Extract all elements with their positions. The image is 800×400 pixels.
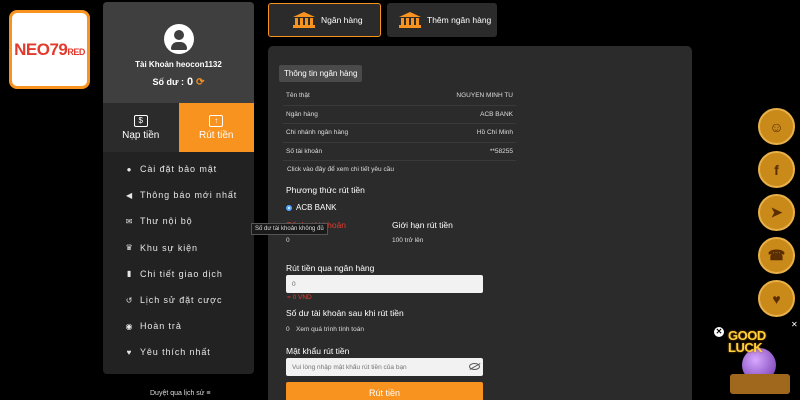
row-label: Ngân hàng — [286, 110, 318, 118]
calculation-link[interactable]: Xem quá trình tính toán — [296, 326, 364, 333]
limit-label: Giới hạn rút tiền — [392, 220, 453, 230]
method-title: Phương thức rút tiền — [286, 185, 365, 195]
tab-bank-label: Ngân hàng — [321, 15, 363, 25]
tab-add-bank[interactable]: Thêm ngân hàng — [387, 3, 497, 37]
after-balance-value: 0 — [286, 326, 290, 333]
withdraw-password-input[interactable] — [286, 358, 483, 376]
balance-row: Số dư : 0 ⟳ — [152, 76, 204, 88]
logo-suffix: RED — [67, 46, 85, 57]
method-option[interactable]: ACB BANK — [286, 203, 336, 212]
sidebar-item-label: Yêu thích nhất — [140, 347, 211, 358]
method-option-label: ACB BANK — [296, 203, 337, 212]
withdraw-button[interactable]: ↑ Rút tiền — [178, 103, 254, 152]
row-value: Hồ Chí Minh — [476, 129, 513, 137]
tab-add-bank-label: Thêm ngân hàng — [427, 15, 492, 25]
heart-message-icon[interactable]: ♥ — [758, 280, 795, 317]
sidebar-item-events[interactable]: ♛ Khu sự kiện — [103, 235, 254, 261]
sidebar-item-label: Khu sự kiện — [140, 242, 198, 253]
account-name: Tài Khoản heocon1132 — [135, 60, 222, 69]
trophy-icon: ♛ — [125, 243, 134, 253]
coin-icon: ◉ — [125, 321, 134, 331]
sidebar-item-label: Hoàn trả — [140, 321, 182, 332]
password-title: Mật khẩu rút tiền — [286, 346, 350, 356]
tab-bank[interactable]: Ngân hàng — [268, 3, 381, 37]
balance-label: Số dư : — [152, 77, 184, 87]
action-tabs: $ Nạp tiền ↑ Rút tiền — [103, 103, 254, 152]
amount-input[interactable] — [286, 275, 483, 293]
withdraw-icon: ↑ — [209, 114, 224, 127]
sidebar-item-label: Cài đặt bảo mật — [140, 164, 218, 175]
deposit-icon: $ — [133, 114, 148, 127]
sidebar-item-label: Chi tiết giao dịch — [140, 268, 223, 279]
logo-main: NEO79 — [14, 39, 68, 59]
bank-plus-icon — [399, 12, 421, 28]
sidebar-item-bet-history[interactable]: ↺ Lịch sử đặt cược — [103, 287, 254, 313]
sidebar-item-security[interactable]: ● Cài đặt bảo mật — [103, 156, 254, 182]
radio-selected-icon[interactable] — [286, 204, 292, 211]
megaphone-icon: ◀ — [125, 190, 134, 200]
row-label: Số tài khoản — [286, 147, 323, 155]
avatar-icon — [163, 24, 194, 54]
account-balance-value: 0 — [286, 237, 290, 244]
sidebar-item-inbox[interactable]: ✉ Thư nội bộ — [103, 208, 254, 234]
withdraw-submit-button[interactable]: Rút tiền — [286, 382, 483, 400]
sidebar-item-label: Lịch sử đặt cược — [140, 295, 223, 306]
treasure-chest-icon — [730, 374, 790, 394]
bank-icon — [293, 12, 315, 28]
limit-value: 100 trở lên — [392, 237, 424, 244]
refresh-icon[interactable]: ⟳ — [196, 77, 204, 88]
site-logo[interactable]: NEO79RED — [9, 10, 90, 89]
row-label: Chi nhánh ngân hàng — [286, 129, 349, 137]
heart-icon: ♥ — [126, 347, 133, 357]
sidebar-item-label: Thông báo mới nhất — [140, 190, 238, 201]
browse-history-link[interactable]: Duyệt qua lịch sử ≡ — [150, 390, 211, 397]
request-details-link[interactable]: Click vào đây để xem chi tiết yêu cầu — [287, 166, 394, 173]
table-row: Số tài khoản **58255 — [283, 143, 516, 161]
envelope-icon: ✉ — [125, 216, 134, 226]
facebook-icon[interactable]: f — [758, 151, 795, 188]
deposit-label: Nạp tiền — [122, 129, 160, 141]
sidebar-item-favorites[interactable]: ♥ Yêu thích nhất — [103, 339, 254, 365]
row-label: Tên thật — [286, 92, 310, 100]
sidebar-item-notifications[interactable]: ◀ Thông báo mới nhất — [103, 182, 254, 208]
sidebar-item-label: Thư nội bộ — [140, 216, 193, 227]
withdraw-panel: Thông tin ngân hàng Tên thật NGUYEN MINH … — [268, 46, 692, 400]
amount-vnd: = 0 VND — [287, 294, 312, 301]
history-icon: ↺ — [125, 295, 134, 305]
insufficient-balance-tooltip: Số dư tài khoản không đủ — [251, 223, 328, 235]
profile-card: Tài Khoản heocon1132 Số dư : 0 ⟳ — [103, 2, 254, 103]
bank-info-table: Tên thật NGUYEN MINH TU Ngân hàng ACB BANK… — [283, 87, 516, 161]
sidebar-item-rebate[interactable]: ◉ Hoàn trả — [103, 313, 254, 339]
clipboard-icon: ▮ — [126, 269, 133, 279]
row-value: NGUYEN MINH TU — [456, 92, 513, 100]
floating-contact-bar: ☺ f ➤ ☎ ♥ — [758, 108, 798, 323]
balance-value: 0 — [187, 76, 194, 88]
close-promo-icon[interactable]: ✕ — [791, 320, 798, 329]
bank-info-badge: Thông tin ngân hàng — [279, 65, 363, 82]
account-sidebar: Tài Khoản heocon1132 Số dư : 0 ⟳ $ Nạp t… — [103, 2, 254, 374]
user-cog-icon: ● — [126, 164, 133, 174]
support-icon[interactable]: ☺ — [758, 108, 795, 145]
deposit-button[interactable]: $ Nạp tiền — [103, 103, 179, 152]
table-row: Tên thật NGUYEN MINH TU — [283, 87, 516, 106]
amount-title: Rút tiền qua ngân hàng — [286, 263, 375, 273]
withdraw-label: Rút tiền — [199, 129, 234, 141]
row-value: ACB BANK — [480, 110, 513, 118]
sidebar-menu: ● Cài đặt bảo mật ◀ Thông báo mới nhất ✉ Th… — [103, 152, 254, 366]
table-row: Ngân hàng ACB BANK — [283, 106, 516, 124]
table-row: Chi nhánh ngân hàng Hồ Chí Minh — [283, 124, 516, 143]
telegram-icon[interactable]: ➤ — [758, 194, 795, 231]
promo-text: GOOD LUCK — [728, 328, 766, 355]
good-luck-promo[interactable]: GOOD LUCK — [722, 328, 798, 396]
row-value: **58255 — [489, 147, 513, 155]
eye-off-icon[interactable] — [469, 363, 480, 370]
phone-icon[interactable]: ☎ — [758, 237, 795, 274]
after-balance-title: Số dư tài khoản sau khi rút tiền — [286, 308, 404, 318]
sidebar-item-transactions[interactable]: ▮ Chi tiết giao dịch — [103, 261, 254, 287]
